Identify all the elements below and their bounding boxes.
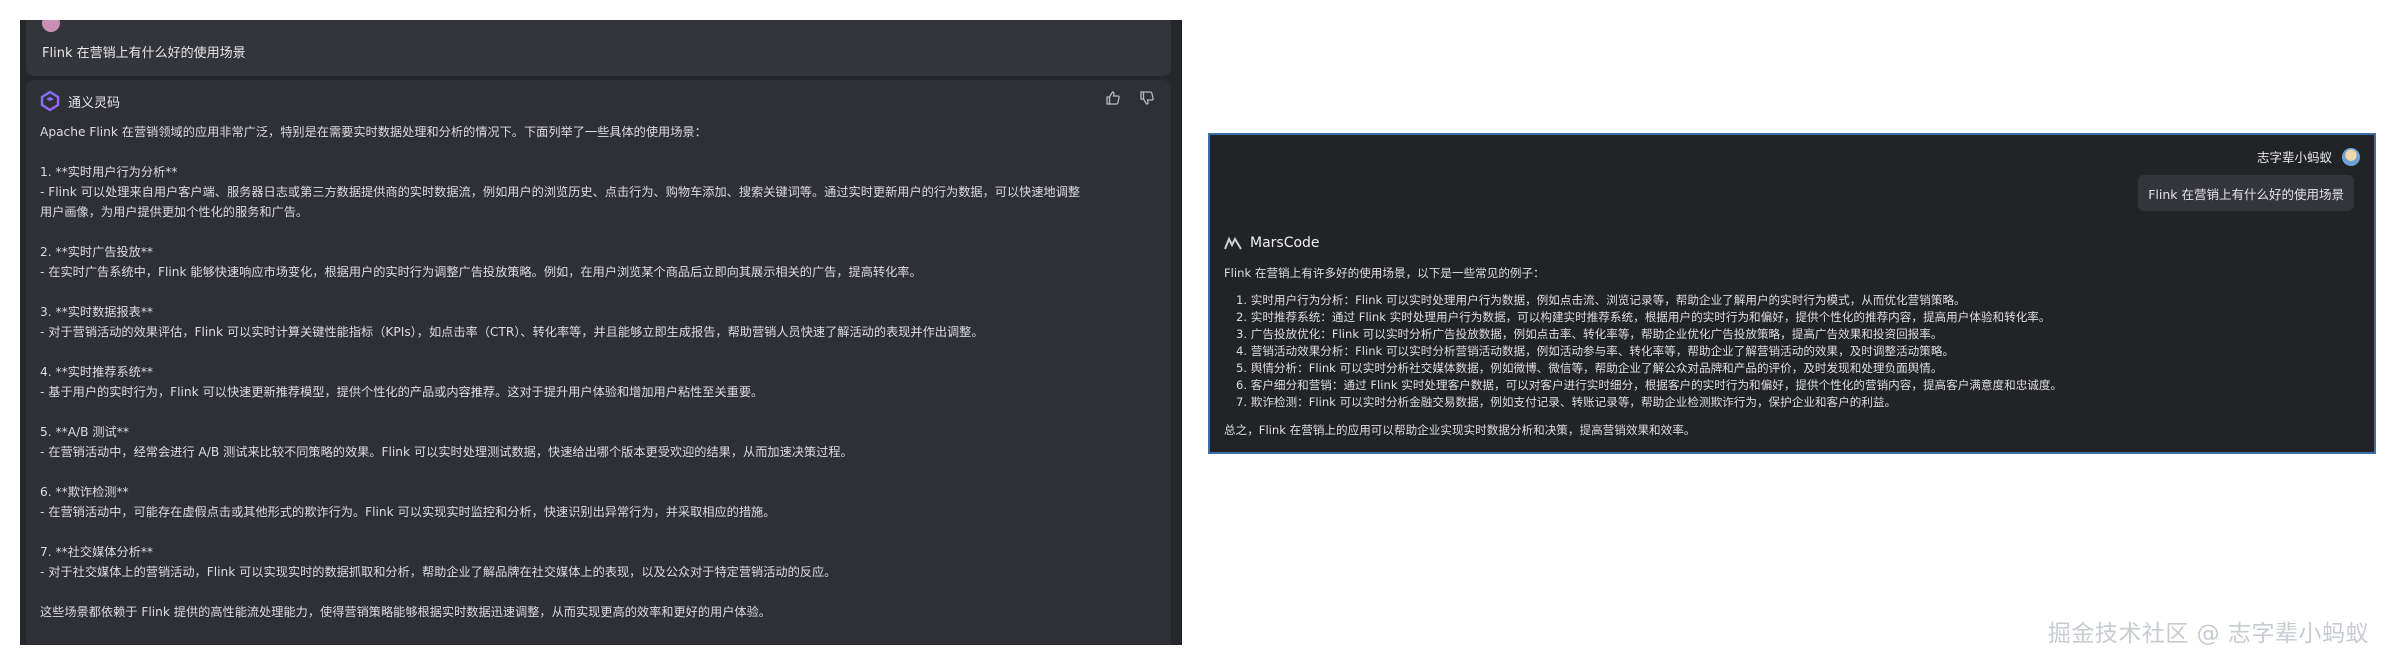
list-item: 6. 客户细分和营销：通过 Flink 实时处理客户数据，可以对客户进行实时细分… — [1236, 378, 2063, 392]
answer-conclusion: 这些场景都依赖于 Flink 提供的高性能流处理能力，使得营销策略能够根据实时数… — [40, 605, 771, 619]
list-item: 2. 实时推荐系统：通过 Flink 实时处理用户行为数据，可以构建实时推荐系统… — [1236, 310, 2051, 324]
assistant-name: MarsCode — [1250, 235, 1320, 251]
tongyi-logo-icon — [40, 91, 60, 111]
answer-section: 6. **欺诈检测** - 在营销活动中，可能存在虚假点击或其他形式的欺诈行为。F… — [40, 482, 1150, 522]
assistant-answer: Flink 在营销上有许多好的使用场景，以下是一些常见的例子： 1. 实时用户行… — [1224, 264, 2364, 439]
assistant-header: 通义灵码 — [40, 90, 120, 112]
section-title: 1. **实时用户行为分析** — [40, 165, 178, 179]
user-question-bubble: Flink 在营销上有什么好的使用场景 — [2138, 175, 2354, 211]
marscode-logo-icon — [1224, 236, 1242, 250]
list-item: 3. 广告投放优化：Flink 可以实时分析广告投放数据，例如点击率、转化率等，… — [1236, 327, 1943, 341]
answer-intro: Flink 在营销上有许多好的使用场景，以下是一些常见的例子： — [1224, 266, 1545, 280]
answer-summary: 总之，Flink 在营销上的应用可以帮助企业实现实时数据分析和决策，提高营销效果… — [1224, 423, 1696, 437]
section-line: - 在营销活动中，经常会进行 A/B 测试来比较不同策略的效果。Flink 可以… — [40, 445, 853, 459]
section-line: - 在实时广告系统中，Flink 能够快速响应市场变化，根据用户的实时行为调整广… — [40, 265, 922, 279]
answer-sections: 1. **实时用户行为分析** - Flink 可以处理来自用户客户端、服务器日志… — [40, 162, 1150, 582]
assistant-answer: Apache Flink 在营销领域的应用非常广泛，特别是在需要实时数据处理和分… — [40, 122, 1150, 642]
section-line: - 对于营销活动的效果评估，Flink 可以实时计算关键性能指标（KPIs），如… — [40, 325, 984, 339]
list-item: 7. 欺诈检测：Flink 可以实时分析金融交易数据，例如支付记录、转账记录等，… — [1236, 395, 1897, 409]
user-question: Flink 在营销上有什么好的使用场景 — [42, 46, 246, 61]
section-title: 4. **实时推荐系统** — [40, 365, 154, 379]
answer-section: 1. **实时用户行为分析** - Flink 可以处理来自用户客户端、服务器日志… — [40, 162, 1150, 222]
assistant-header: MarsCode — [1224, 235, 1320, 251]
user-message-card: Flink 在营销上有什么好的使用场景 — [26, 20, 1171, 76]
user-avatar — [42, 20, 60, 32]
feedback-actions — [1103, 88, 1157, 108]
assistant-message-card: 通义灵码 Apache Flink 在营销领域的应用非常广泛，特别是在需要实时数… — [26, 80, 1171, 645]
answer-section: 3. **实时数据报表** - 对于营销活动的效果评估，Flink 可以实时计算关… — [40, 302, 1150, 342]
section-title: 6. **欺诈检测** — [40, 485, 129, 499]
answer-section: 4. **实时推荐系统** - 基于用户的实时行为，Flink 可以快速更新推荐模… — [40, 362, 1150, 402]
section-title: 3. **实时数据报表** — [40, 305, 154, 319]
section-line: 用户画像，为用户提供更加个性化的服务和广告。 — [40, 205, 309, 219]
tongyi-chat-panel: Flink 在营销上有什么好的使用场景 通义灵码 Apache Flink 在营… — [20, 20, 1182, 645]
answer-list: 1. 实时用户行为分析：Flink 可以实时处理用户行为数据，例如点击流、浏览记… — [1224, 292, 2364, 411]
list-item: 1. 实时用户行为分析：Flink 可以实时处理用户行为数据，例如点击流、浏览记… — [1236, 293, 1966, 307]
answer-section: 2. **实时广告投放** - 在实时广告系统中，Flink 能够快速响应市场变化… — [40, 242, 1150, 282]
section-line: - 对于社交媒体上的营销活动，Flink 可以实现实时的数据抓取和分析，帮助企业… — [40, 565, 837, 579]
thumbs-up-icon[interactable] — [1103, 88, 1123, 108]
marscode-chat-panel: 志字辈小蚂蚁 Flink 在营销上有什么好的使用场景 MarsCode Flin… — [1208, 133, 2376, 454]
user-header: 志字辈小蚂蚁 — [2257, 147, 2360, 166]
user-avatar — [2342, 147, 2360, 166]
answer-section: 7. **社交媒体分析** - 对于社交媒体上的营销活动，Flink 可以实现实时… — [40, 542, 1150, 582]
watermark: 掘金技术社区 @ 志字辈小蚂蚁 — [2047, 621, 2369, 647]
thumbs-down-icon[interactable] — [1137, 88, 1157, 108]
section-line: - 基于用户的实时行为，Flink 可以快速更新推荐模型，提供个性化的产品或内容… — [40, 385, 764, 399]
answer-section: 5. **A/B 测试** - 在营销活动中，经常会进行 A/B 测试来比较不同策… — [40, 422, 1150, 462]
section-title: 7. **社交媒体分析** — [40, 545, 154, 559]
section-title: 2. **实时广告投放** — [40, 245, 154, 259]
section-line: - Flink 可以处理来自用户客户端、服务器日志或第三方数据提供商的实时数据流… — [40, 185, 1081, 199]
answer-intro: Apache Flink 在营销领域的应用非常广泛，特别是在需要实时数据处理和分… — [40, 125, 707, 139]
list-item: 5. 舆情分析：Flink 可以实时分析社交媒体数据，例如微博、微信等，帮助企业… — [1236, 361, 1943, 375]
section-title: 5. **A/B 测试** — [40, 425, 129, 439]
list-item: 4. 营销活动效果分析：Flink 可以实时分析营销活动数据，例如活动参与率、转… — [1236, 344, 1955, 358]
section-line: - 在营销活动中，可能存在虚假点击或其他形式的欺诈行为。Flink 可以实现实时… — [40, 505, 776, 519]
user-name: 志字辈小蚂蚁 — [2256, 150, 2332, 165]
assistant-name: 通义灵码 — [68, 95, 121, 111]
